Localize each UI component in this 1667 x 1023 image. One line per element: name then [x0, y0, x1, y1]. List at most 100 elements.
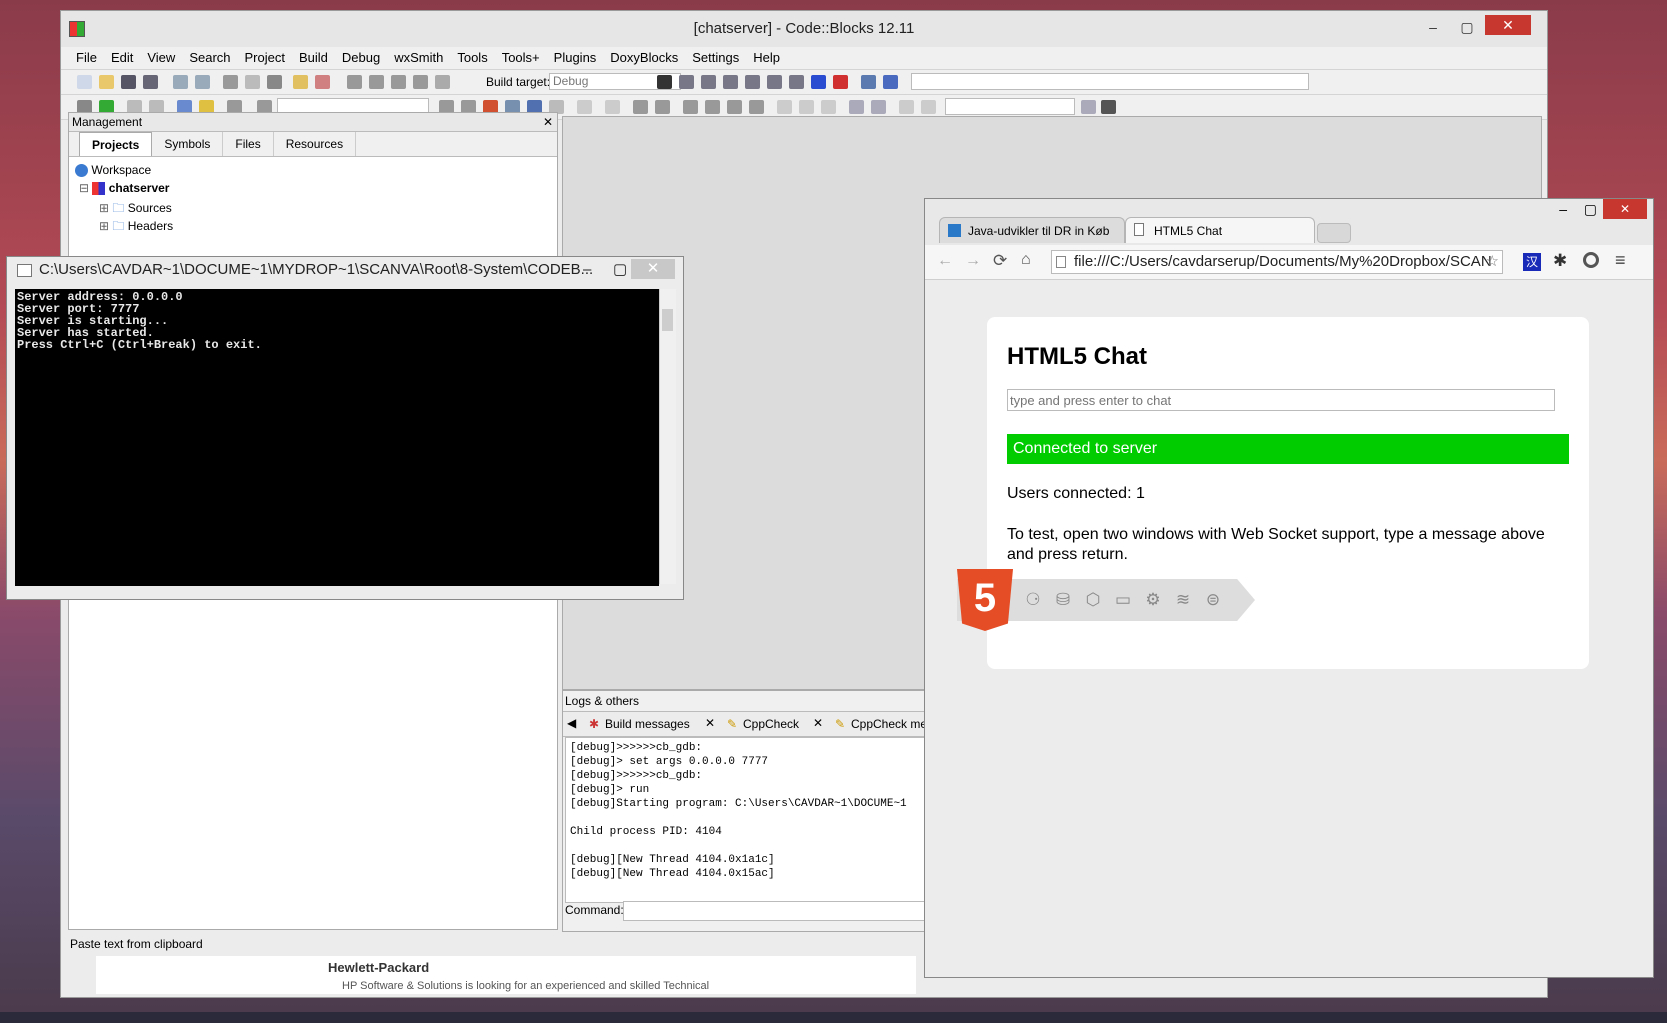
forward-icon[interactable]: →	[965, 252, 981, 270]
zoom-out-icon[interactable]	[871, 100, 886, 114]
close-icon[interactable]: ✕	[543, 113, 553, 131]
tab-cppcheck[interactable]: CppCheck	[743, 717, 799, 731]
menu-file[interactable]: File	[69, 47, 104, 69]
step-out-icon[interactable]	[745, 75, 760, 89]
extension-icon[interactable]: ✱	[1553, 251, 1567, 271]
command-input[interactable]	[623, 901, 941, 921]
tab-projects[interactable]: Projects	[79, 132, 153, 156]
menu-settings[interactable]: Settings	[685, 47, 746, 69]
maximize-button[interactable]: ▢	[1584, 201, 1597, 218]
menu-tools[interactable]: Tools	[450, 47, 494, 69]
close-icon[interactable]: ✕	[813, 716, 823, 730]
star-icon[interactable]: ☆	[1486, 251, 1499, 273]
copy-icon[interactable]	[245, 75, 260, 89]
menu-project[interactable]: Project	[238, 47, 292, 69]
menu-search[interactable]: Search	[182, 47, 237, 69]
close-button[interactable]: ✕	[1485, 15, 1531, 35]
open-icon[interactable]	[99, 75, 114, 89]
shape2-icon[interactable]	[799, 100, 814, 114]
step-instruction-icon[interactable]	[789, 75, 804, 89]
s-icon[interactable]	[899, 100, 914, 114]
zoom-in-icon[interactable]	[849, 100, 864, 114]
c-icon[interactable]	[921, 100, 936, 114]
abort-icon[interactable]	[435, 75, 450, 89]
minimize-button[interactable]: –	[583, 257, 591, 283]
tab-cppcheck-messages[interactable]: CppCheck me	[851, 717, 927, 731]
reload-icon[interactable]: ⟳	[993, 251, 1007, 271]
box3-icon[interactable]	[727, 100, 742, 114]
menu-edit[interactable]: Edit	[104, 47, 140, 69]
menu-doxyblocks[interactable]: DoxyBlocks	[603, 47, 685, 69]
scroll-thumb[interactable]	[662, 309, 673, 331]
image-icon[interactable]	[633, 100, 648, 114]
tree-workspace[interactable]: Workspace	[75, 163, 151, 178]
home-icon[interactable]: ⌂	[1021, 251, 1031, 269]
debug-info-icon[interactable]	[883, 75, 898, 89]
run-to-cursor-icon[interactable]	[679, 75, 694, 89]
maximize-button[interactable]: ▢	[613, 257, 627, 283]
menu-icon[interactable]: ≡	[1615, 250, 1626, 271]
console-scrollbar[interactable]	[659, 289, 676, 584]
tab-symbols[interactable]: Symbols	[152, 132, 224, 156]
paste-icon[interactable]	[267, 75, 282, 89]
build-icon[interactable]	[347, 75, 362, 89]
cut-icon[interactable]	[223, 75, 238, 89]
pause-icon[interactable]	[811, 75, 826, 89]
tab-files[interactable]: Files	[223, 132, 274, 156]
new-file-icon[interactable]	[77, 75, 92, 89]
scroll-left-icon[interactable]: ◀	[567, 716, 576, 730]
minimize-button[interactable]: –	[1419, 17, 1447, 37]
step-into-icon[interactable]	[723, 75, 738, 89]
search-icon[interactable]	[1081, 100, 1096, 114]
minimize-button[interactable]: –	[1559, 201, 1567, 217]
magnifier-icon[interactable]	[1101, 100, 1116, 114]
extension-circle-icon[interactable]	[1583, 252, 1599, 268]
menu-help[interactable]: Help	[746, 47, 787, 69]
maximize-button[interactable]: ▢	[1453, 17, 1481, 37]
replace-icon[interactable]	[315, 75, 330, 89]
next-line-icon[interactable]	[701, 75, 716, 89]
translate-extension-icon[interactable]: 汉	[1523, 253, 1541, 271]
menu-debug[interactable]: Debug	[335, 47, 387, 69]
address-bar[interactable]: file:///C:/Users/cavdarserup/Documents/M…	[1051, 250, 1503, 274]
box2-icon[interactable]	[705, 100, 720, 114]
save-icon[interactable]	[121, 75, 136, 89]
rebuild-icon[interactable]	[413, 75, 428, 89]
next-instruction-icon[interactable]	[767, 75, 782, 89]
shape3-icon[interactable]	[821, 100, 836, 114]
undo-icon[interactable]	[173, 75, 188, 89]
box4-icon[interactable]	[749, 100, 764, 114]
pointer-icon[interactable]	[577, 100, 592, 114]
box1-icon[interactable]	[683, 100, 698, 114]
save-all-icon[interactable]	[143, 75, 158, 89]
menu-view[interactable]: View	[140, 47, 182, 69]
menu-tools-plus[interactable]: Tools+	[495, 47, 547, 69]
tab-resources[interactable]: Resources	[274, 132, 357, 156]
tab-build-messages[interactable]: Build messages	[605, 717, 690, 731]
tree-project[interactable]: ⊟ chatserver	[79, 181, 169, 196]
shape1-icon[interactable]	[777, 100, 792, 114]
edit-image-icon[interactable]	[655, 100, 670, 114]
frame-icon[interactable]	[605, 100, 620, 114]
close-button[interactable]: ✕	[1603, 199, 1647, 219]
build-run-icon[interactable]	[391, 75, 406, 89]
symbol-combo[interactable]	[945, 98, 1075, 115]
stop-debugger-icon[interactable]	[833, 75, 848, 89]
find-icon[interactable]	[293, 75, 308, 89]
menu-build[interactable]: Build	[292, 47, 335, 69]
new-tab-button[interactable]	[1317, 223, 1351, 243]
toolbar-combo[interactable]	[911, 73, 1309, 90]
taskbar[interactable]	[0, 1012, 1667, 1023]
menu-wxsmith[interactable]: wxSmith	[387, 47, 450, 69]
debug-windows-icon[interactable]	[861, 75, 876, 89]
tab-html5-chat[interactable]: HTML5 Chat	[1125, 217, 1315, 243]
tab-java-udvikler[interactable]: Java-udvikler til DR in Køb	[939, 217, 1125, 243]
redo-icon[interactable]	[195, 75, 210, 89]
debug-continue-icon[interactable]	[657, 75, 672, 89]
chat-input[interactable]	[1007, 389, 1555, 411]
close-icon[interactable]: ✕	[705, 716, 715, 730]
close-button[interactable]: ✕	[631, 259, 675, 279]
tree-folder-headers[interactable]: ⊞ 🗀 Headers	[99, 217, 173, 238]
back-icon[interactable]: ←	[937, 252, 953, 270]
menu-plugins[interactable]: Plugins	[547, 47, 604, 69]
